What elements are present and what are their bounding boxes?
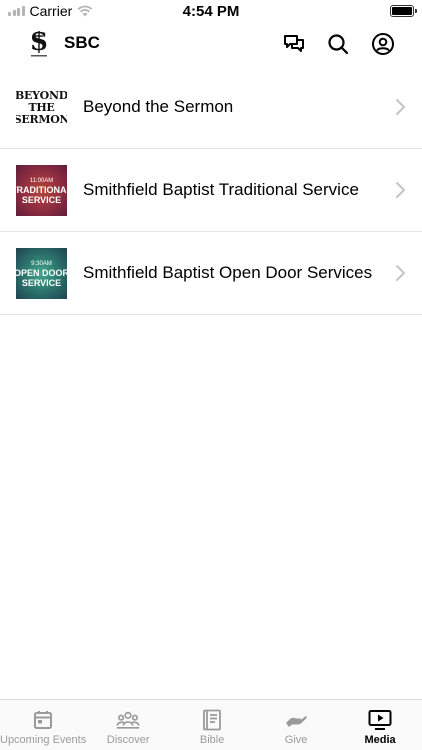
tab-bar: Upcoming Events Discover Bible Give Medi… (0, 699, 422, 750)
book-icon (203, 709, 222, 731)
list-item-title: Smithfield Baptist Open Door Services (83, 263, 373, 282)
tab-bible[interactable]: Bible (170, 700, 254, 750)
chevron-right-icon (396, 265, 405, 281)
media-list: BEYOND THE SERMON Beyond the Sermon 11:0… (0, 66, 422, 315)
thumbnail-text: 9:30AM (31, 260, 52, 267)
thumbnail-text: BEYOND (16, 88, 67, 102)
list-item[interactable]: 9:30AM OPEN DOOR SERVICE Smithfield Bapt… (0, 232, 422, 315)
search-icon (328, 34, 349, 55)
tab-media[interactable]: Media (338, 700, 422, 750)
open-door-service-thumbnail: 9:30AM OPEN DOOR SERVICE (16, 248, 67, 299)
chevron-right-icon (396, 182, 405, 198)
hand-icon (286, 716, 307, 727)
church-logo: S (30, 28, 48, 57)
battery-icon (390, 5, 417, 17)
thumbnail-text: OPEN DOOR (16, 267, 67, 278)
list-item[interactable]: BEYOND THE SERMON Beyond the Sermon (0, 66, 422, 149)
tab-discover[interactable]: Discover (86, 700, 170, 750)
thumbnail-text: TRADITIONAL (16, 184, 67, 195)
tab-label: Discover (106, 734, 150, 746)
tab-label: Give (284, 734, 308, 746)
tab-give[interactable]: Give (254, 700, 338, 750)
status-bar: Carrier 4:54 PM (0, 0, 422, 22)
thumbnail-text: THE (28, 100, 55, 114)
status-time: 4:54 PM (182, 3, 240, 20)
tab-label: Media (364, 734, 396, 746)
thumbnail-text: SERVICE (21, 277, 62, 288)
people-icon (116, 711, 140, 729)
list-item-title: Beyond the Sermon (83, 97, 234, 116)
thumbnail-text: 11:00AM (29, 177, 54, 184)
media-icon (368, 710, 392, 730)
thumbnail-text: SERMON (16, 112, 67, 126)
traditional-service-thumbnail: 11:00AM TRADITIONAL SERVICE (16, 165, 67, 216)
tab-label: Bible (199, 734, 225, 746)
chat-icon (284, 35, 304, 52)
beyond-the-sermon-thumbnail: BEYOND THE SERMON (16, 82, 67, 133)
thumbnail-text: SERVICE (21, 194, 62, 205)
chevron-right-icon (396, 99, 405, 115)
tab-upcoming-events[interactable]: Upcoming Events (0, 700, 86, 750)
app-title: SBC (64, 33, 100, 52)
list-item[interactable]: 11:00AM TRADITIONAL SERVICE Smithfield B… (0, 149, 422, 232)
list-item-title: Smithfield Baptist Traditional Service (83, 180, 359, 199)
chat-button[interactable] (280, 30, 308, 58)
tab-label: Upcoming Events (0, 734, 87, 746)
search-button[interactable] (324, 30, 352, 58)
app-header: S SBC (0, 22, 422, 66)
profile-button[interactable] (369, 30, 397, 58)
profile-icon (372, 33, 394, 55)
calendar-icon (34, 711, 53, 729)
